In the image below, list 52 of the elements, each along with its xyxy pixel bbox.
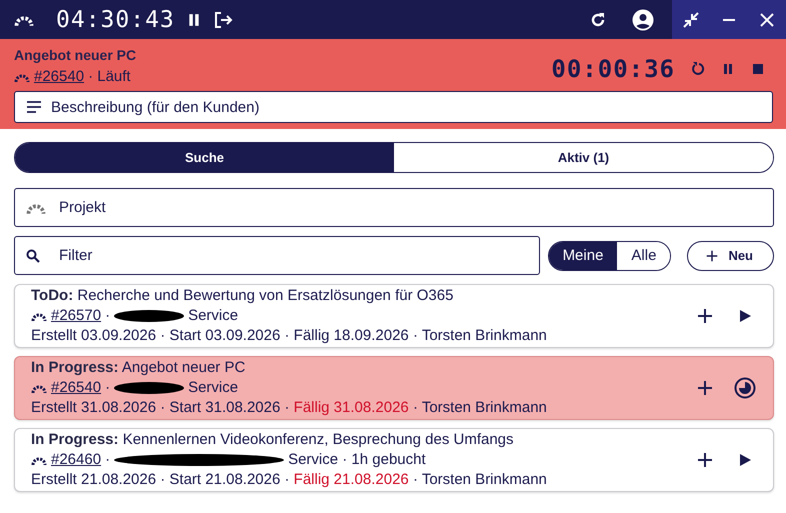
customer-text: Service: [188, 307, 238, 325]
pause-button[interactable]: [186, 12, 201, 26]
task-title: Angebot neuer PC: [14, 47, 138, 63]
task-title: In Progress: Kennenlernen Videokonferenz, Besprechung des Umfangs: [31, 431, 515, 449]
separator-text: ·: [105, 307, 110, 325]
task-card[interactable]: ToDo: Recherche und Bewertung von Ersatzlösungen für O365 #26570 · Service Erstellt 03.09.2026 · Start 03.09.2026 · Fällig 18.09.2026 · Torsten Brinkmann: [14, 284, 774, 348]
filter-field[interactable]: Filter: [14, 236, 540, 275]
new-button[interactable]: Neu: [687, 240, 774, 270]
ticket-link[interactable]: #26540: [51, 379, 102, 397]
ticket-link[interactable]: #26540: [34, 68, 84, 85]
menu-icon: [26, 101, 42, 113]
add-icon: [697, 380, 713, 396]
add-icon: [697, 308, 713, 324]
compress-icon: [682, 10, 700, 28]
search-icon: [26, 248, 40, 262]
dates-text: Erstellt 31.08.2026 · Start 31.08.2026 · Fällig 31.08.2026 · Torsten Brinkmann: [31, 399, 548, 417]
project-field[interactable]: Projekt: [14, 188, 774, 227]
ticket-link[interactable]: #26570: [51, 307, 102, 325]
close-icon: [760, 12, 774, 26]
timer-icon: [734, 377, 756, 399]
separator-text: ·: [105, 451, 110, 469]
dates-text: Erstellt 21.08.2026 · Start 21.08.2026 · Fällig 21.08.2026 · Torsten Brinkmann: [31, 471, 548, 489]
dates-text: Erstellt 03.09.2026 · Start 03.09.2026 · Fällig 18.09.2026 · Torsten Brinkmann: [31, 327, 548, 345]
task-title: In Progress: Angebot neuer PC: [31, 359, 246, 377]
description-field[interactable]: Beschreibung (für den Kunden): [14, 91, 773, 123]
task-card[interactable]: In Progress: Kennenlernen Videokonferenz, Besprechung des Umfangs #26460 · Service · 1h gebucht Erstellt 21.08.2026 · Start 21.08.2026 · Fällig 21.08.2026 · Torsten Brinkmann: [14, 428, 774, 492]
scope-toggle[interactable]: Meine: [548, 242, 618, 270]
minimize-icon: [722, 18, 736, 20]
refresh-button[interactable]: [589, 10, 607, 28]
elapsed-clock: 04:30:43: [56, 6, 175, 32]
task-timer: 00:00:36: [551, 55, 675, 83]
tab[interactable]: Suche: [15, 143, 394, 172]
active-task-card[interactable]: In Progress: Angebot neuer PC #26540 · Service Erstellt 31.08.2026 · Start 31.08.2026 · Fällig 31.08.2026 · Torsten Brinkmann: [14, 356, 774, 420]
account-icon: [632, 8, 654, 30]
plus-icon: [706, 250, 718, 262]
refresh-icon: [589, 10, 607, 28]
ticket-link[interactable]: #26460: [51, 451, 102, 469]
pause-icon: [722, 63, 734, 75]
customer-text: Service · 1h gebucht: [288, 451, 426, 469]
logout-icon: [212, 10, 233, 28]
add-icon: [697, 452, 713, 468]
customer-text: Service: [188, 379, 238, 397]
restart-icon: [690, 61, 706, 77]
separator-text: ·: [105, 379, 110, 397]
task-title: ToDo: Recherche und Bewertung von Ersatzlösungen für O365: [31, 287, 454, 305]
stop-icon: [752, 63, 764, 75]
status-text: · Läuft: [88, 68, 131, 85]
pause-icon: [186, 12, 201, 26]
start-icon: [738, 309, 752, 323]
start-icon: [738, 453, 752, 467]
logout-button[interactable]: [212, 10, 233, 28]
account-button[interactable]: [632, 8, 654, 30]
